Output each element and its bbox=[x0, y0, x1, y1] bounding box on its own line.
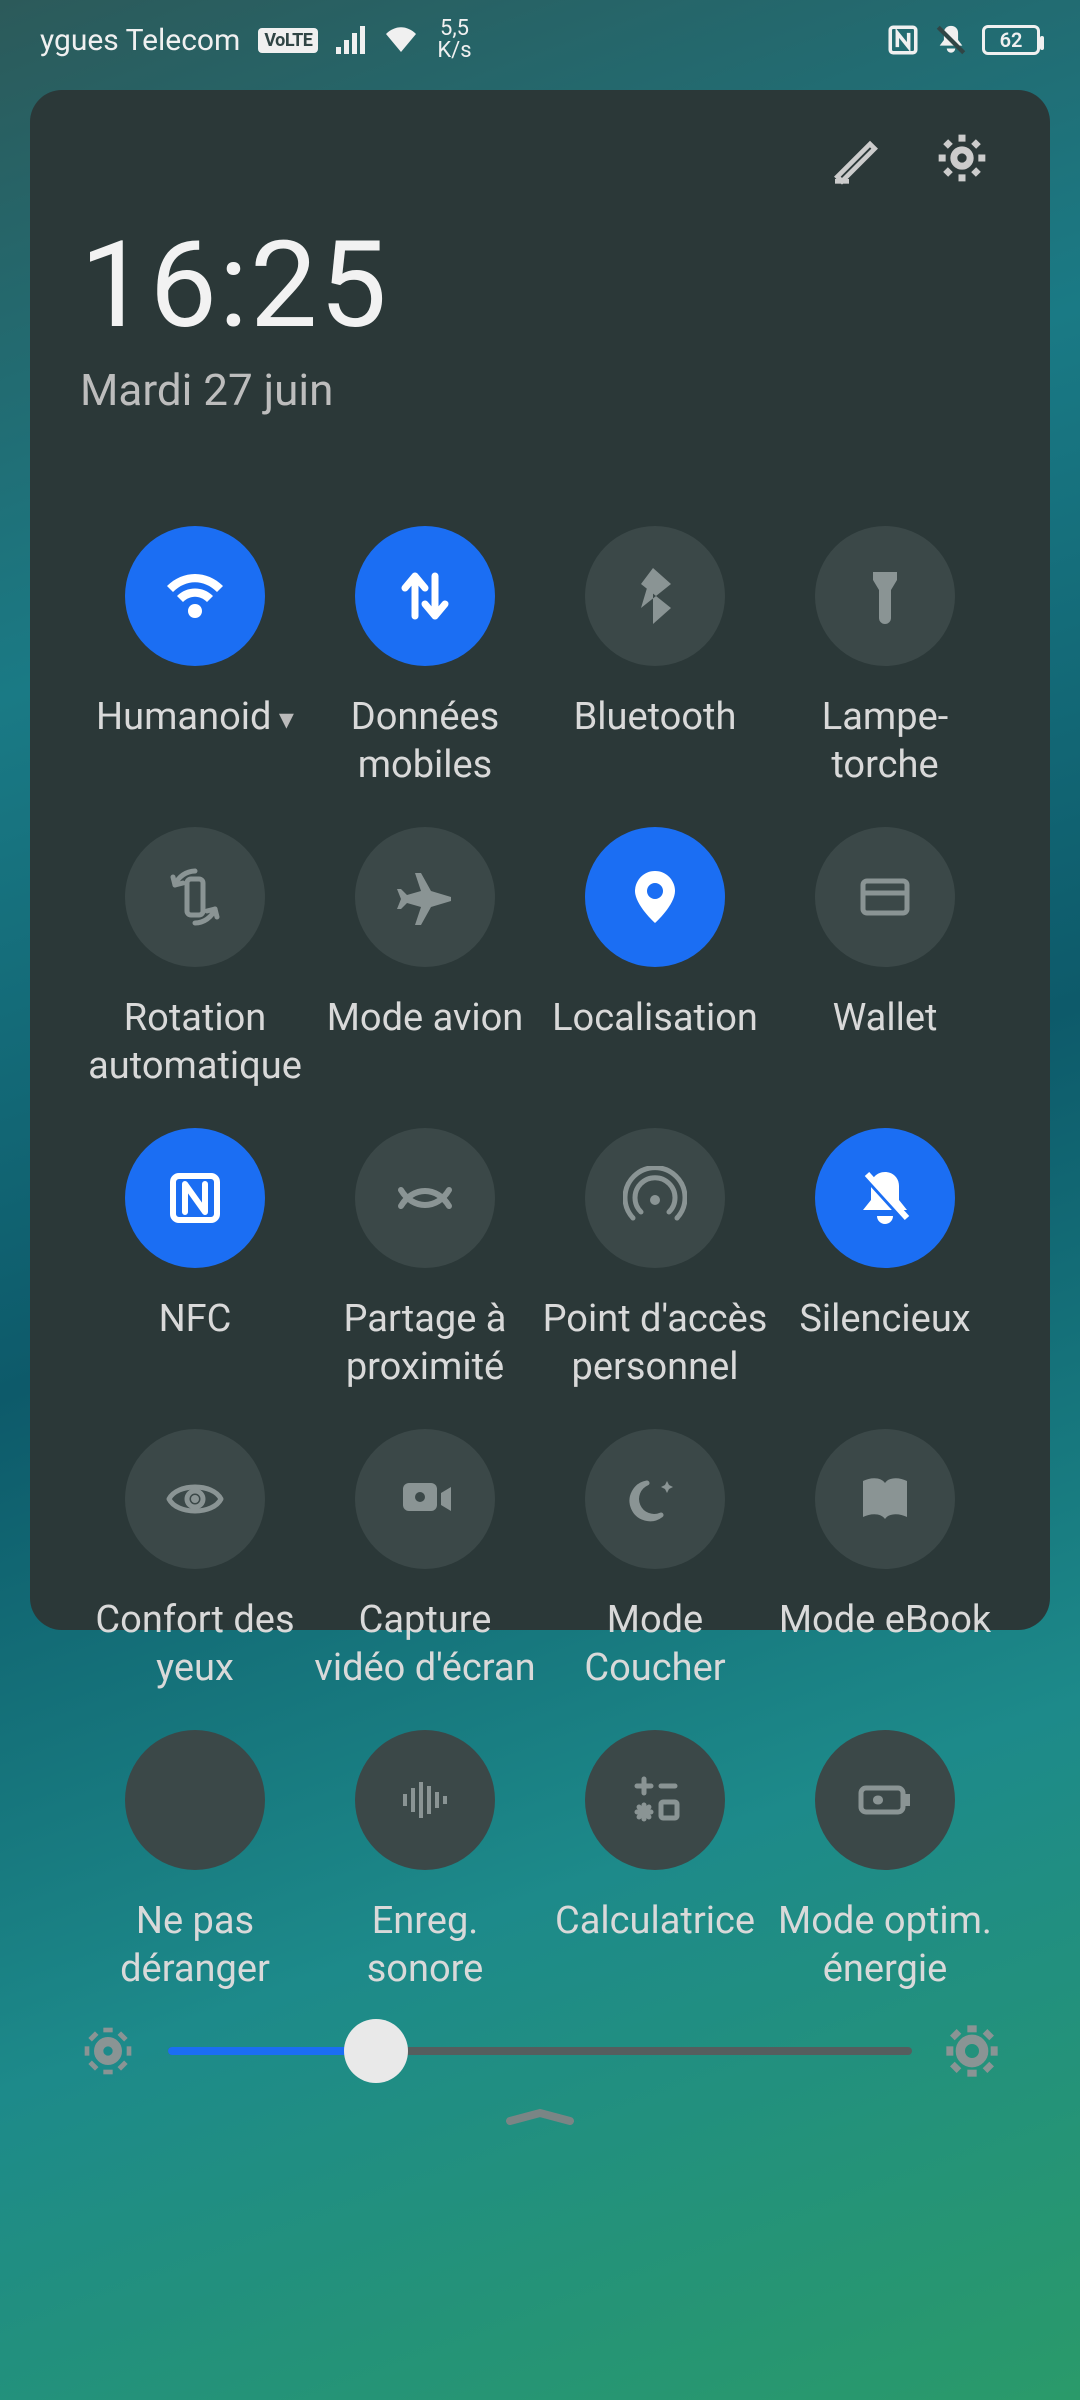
tile-label: Calculatrice bbox=[555, 1898, 755, 1946]
battery-percent: 62 bbox=[982, 25, 1040, 55]
tile-wallet[interactable]: Wallet bbox=[770, 827, 1000, 1090]
slider-thumb[interactable] bbox=[344, 2019, 408, 2083]
battery-icon[interactable] bbox=[815, 1730, 955, 1870]
brightness-low-icon bbox=[80, 2023, 136, 2079]
wifi-status-icon bbox=[383, 25, 419, 55]
tile-torch[interactable]: Lampe-torche bbox=[770, 526, 1000, 789]
tile-label: Lampe-torche bbox=[770, 694, 1000, 789]
panel-header bbox=[80, 130, 1000, 186]
tile-nfc[interactable]: NFC bbox=[80, 1128, 310, 1391]
ebook-icon[interactable] bbox=[815, 1429, 955, 1569]
flashlight-icon[interactable] bbox=[815, 526, 955, 666]
tile-airplane[interactable]: Mode avion bbox=[310, 827, 540, 1090]
tile-battery[interactable]: Mode optim. énergie bbox=[770, 1730, 1000, 1993]
tile-label: Mode Coucher bbox=[540, 1597, 770, 1692]
tile-label: Mode optim. énergie bbox=[770, 1898, 1000, 1993]
tiles-grid: Humanoid Données mobiles Bluetooth Lampe-to… bbox=[80, 526, 1000, 1993]
tile-rotation[interactable]: Rotation automatique bbox=[80, 827, 310, 1090]
tile-wifi[interactable]: Humanoid bbox=[80, 526, 310, 789]
hotspot-icon[interactable] bbox=[585, 1128, 725, 1268]
net-speed-unit: K/s bbox=[437, 40, 471, 62]
tile-soundrec[interactable]: Enreg. sonore bbox=[310, 1730, 540, 1993]
silent-icon[interactable] bbox=[815, 1128, 955, 1268]
tile-calc[interactable]: Calculatrice bbox=[540, 1730, 770, 1993]
carrier-text: ygues Telecom bbox=[40, 23, 240, 58]
tile-screenrec[interactable]: Capture vidéo d'écran bbox=[310, 1429, 540, 1692]
rotation-icon[interactable] bbox=[125, 827, 265, 967]
tile-label: Confort des yeux bbox=[80, 1597, 310, 1692]
tile-label: NFC bbox=[159, 1296, 232, 1344]
tile-label: Ne pas déranger bbox=[80, 1898, 310, 1993]
battery-indicator: 62 bbox=[982, 25, 1040, 55]
status-right: 62 bbox=[886, 23, 1040, 57]
bedtime-icon[interactable] bbox=[585, 1429, 725, 1569]
clock-block: 16:25 Mardi 27 juin bbox=[80, 216, 1000, 416]
nfc-icon[interactable] bbox=[125, 1128, 265, 1268]
calc-icon[interactable] bbox=[585, 1730, 725, 1870]
tile-nearby[interactable]: Partage à proximité bbox=[310, 1128, 540, 1391]
screenrec-icon[interactable] bbox=[355, 1429, 495, 1569]
tile-data[interactable]: Données mobiles bbox=[310, 526, 540, 789]
nfc-status-icon bbox=[886, 23, 920, 57]
tile-location[interactable]: Localisation bbox=[540, 827, 770, 1090]
edit-icon[interactable] bbox=[828, 130, 884, 186]
tile-bedtime[interactable]: Mode Coucher bbox=[540, 1429, 770, 1692]
tile-silent[interactable]: Silencieux bbox=[770, 1128, 1000, 1391]
tile-dnd[interactable]: Ne pas déranger bbox=[80, 1730, 310, 1993]
tile-label: Silencieux bbox=[799, 1296, 970, 1344]
tile-label: Données mobiles bbox=[310, 694, 540, 789]
net-speed-value: 5,5 bbox=[440, 18, 469, 40]
drag-handle[interactable] bbox=[80, 2105, 1000, 2129]
tile-bluetooth[interactable]: Bluetooth bbox=[540, 526, 770, 789]
data-icon[interactable] bbox=[355, 526, 495, 666]
mute-status-icon bbox=[934, 23, 968, 57]
tile-eyecomfort[interactable]: Confort des yeux bbox=[80, 1429, 310, 1692]
tile-label: Humanoid bbox=[96, 694, 294, 742]
time-text: 16:25 bbox=[80, 216, 1000, 356]
nearby-icon[interactable] bbox=[355, 1128, 495, 1268]
soundrec-icon[interactable] bbox=[355, 1730, 495, 1870]
bluetooth-icon[interactable] bbox=[585, 526, 725, 666]
wallet-icon[interactable] bbox=[815, 827, 955, 967]
brightness-slider[interactable] bbox=[168, 2021, 912, 2081]
status-bar: ygues Telecom VoLTE 5,5 K/s 62 bbox=[0, 0, 1080, 80]
volte-badge: VoLTE bbox=[258, 28, 318, 53]
tile-label: Partage à proximité bbox=[310, 1296, 540, 1391]
tile-label: Point d'accès personnel bbox=[540, 1296, 770, 1391]
brightness-row bbox=[80, 1993, 1000, 2101]
quick-settings-panel: 16:25 Mardi 27 juin Humanoid Données mobi… bbox=[30, 90, 1050, 1630]
brightness-high-icon bbox=[944, 2023, 1000, 2079]
signal-icon bbox=[336, 26, 365, 54]
tile-label: Mode eBook bbox=[779, 1597, 991, 1645]
tile-label: Localisation bbox=[552, 995, 758, 1043]
tile-ebook[interactable]: Mode eBook bbox=[770, 1429, 1000, 1692]
eye-icon[interactable] bbox=[125, 1429, 265, 1569]
location-icon[interactable] bbox=[585, 827, 725, 967]
tile-label: Rotation automatique bbox=[80, 995, 310, 1090]
airplane-icon[interactable] bbox=[355, 827, 495, 967]
wifi-icon[interactable] bbox=[125, 526, 265, 666]
tile-label: Bluetooth bbox=[574, 694, 737, 742]
tile-label: Mode avion bbox=[327, 995, 524, 1043]
date-text: Mardi 27 juin bbox=[80, 364, 1000, 416]
tile-label: Enreg. sonore bbox=[310, 1898, 540, 1993]
net-speed: 5,5 K/s bbox=[437, 18, 471, 62]
tile-label: Wallet bbox=[833, 995, 938, 1043]
tile-label: Capture vidéo d'écran bbox=[310, 1597, 540, 1692]
dnd-icon[interactable] bbox=[125, 1730, 265, 1870]
status-left: ygues Telecom VoLTE 5,5 K/s bbox=[40, 18, 472, 62]
tile-hotspot[interactable]: Point d'accès personnel bbox=[540, 1128, 770, 1391]
settings-icon[interactable] bbox=[934, 130, 990, 186]
